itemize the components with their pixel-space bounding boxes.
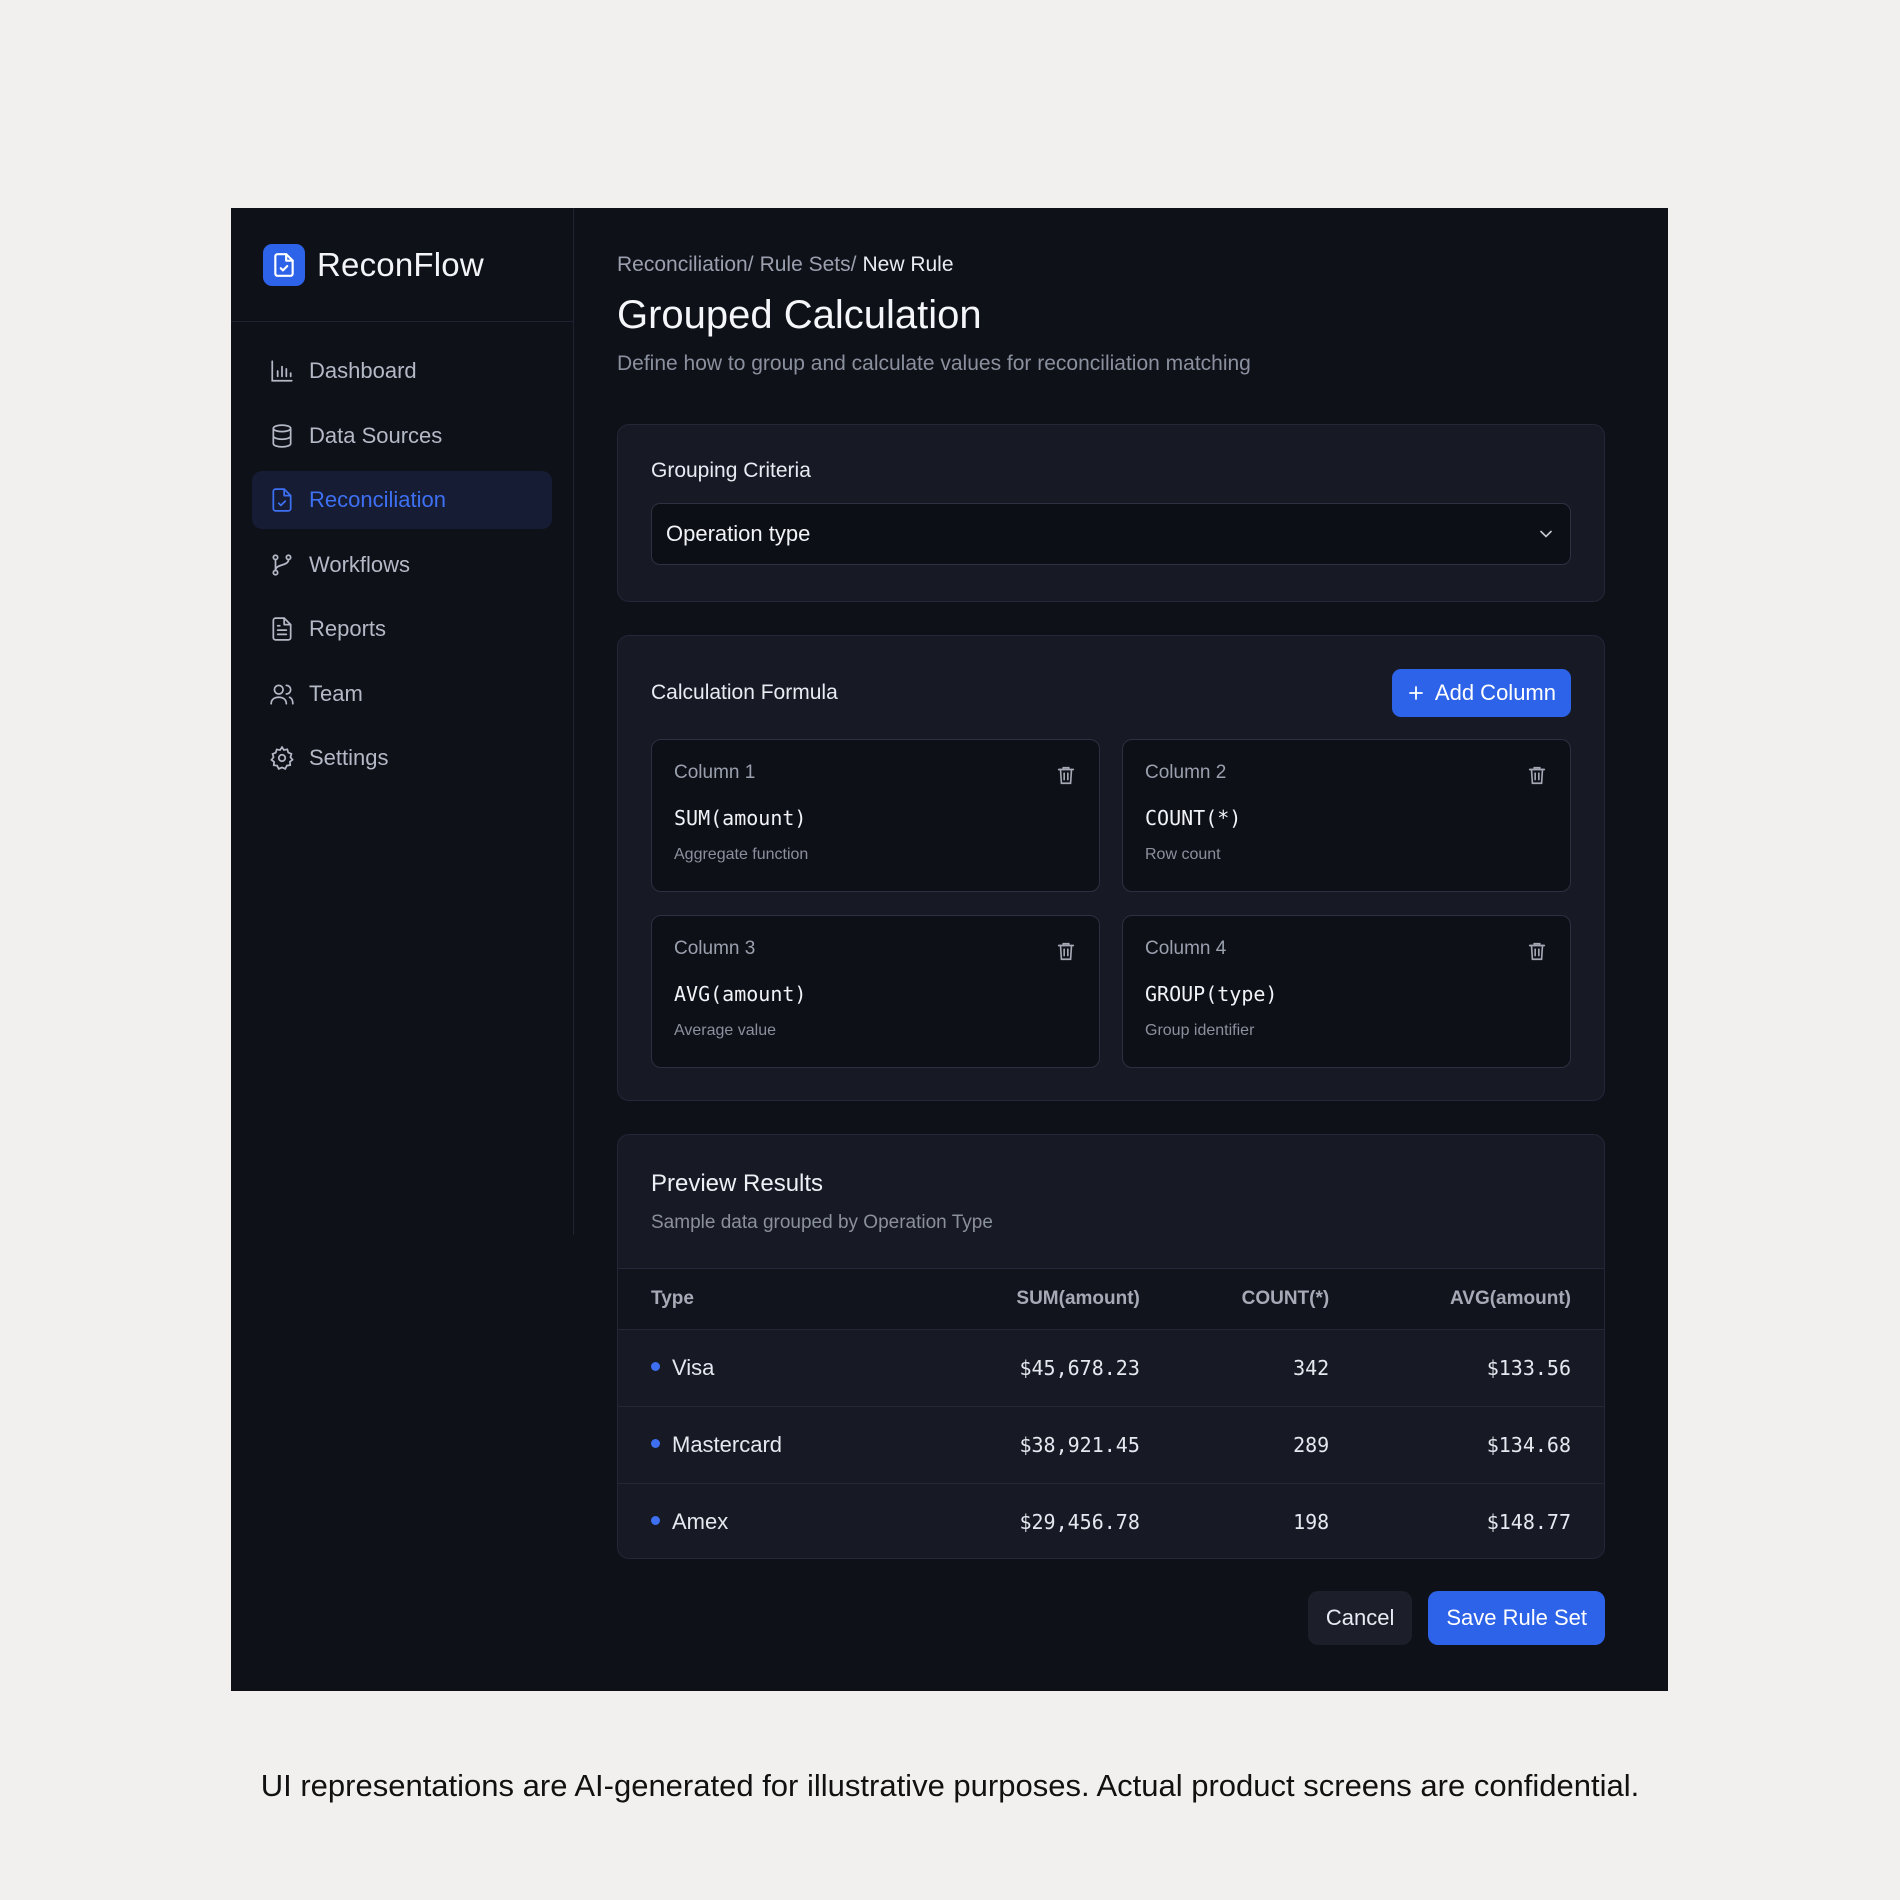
column-description: Row count [1145,846,1221,863]
plus-icon [1409,686,1423,700]
table-row[interactable]: Mastercard $38,921.45 289 $134.68 [618,1406,1604,1483]
sidebar-item-label: Reconciliation [309,487,446,512]
bar-chart-icon [271,360,293,382]
sidebar-item-dashboard[interactable]: Dashboard [252,342,552,400]
sidebar-item-reports[interactable]: Reports [252,600,552,658]
formula-column-card[interactable]: Column 2 COUNT(*) Row count [1122,739,1571,892]
trash-icon[interactable] [1055,764,1077,786]
sidebar-item-label: Workflows [309,551,411,577]
sidebar-item-label: Reports [309,616,387,641]
trash-icon[interactable] [1526,764,1548,786]
table-cell-type: Mastercard [618,1406,927,1483]
status-dot [651,1439,660,1449]
type-label: Amex [672,1508,729,1534]
app-window: ReconFlow Dashboard Data Sources Reconci… [231,208,1668,1691]
app-name: ReconFlow [317,245,484,283]
table-cell-type: Amex [618,1483,927,1558]
sidebar-item-label: Data Sources [309,422,443,448]
table-cell: $134.68 [1486,1432,1571,1457]
table-cell-type: Visa [618,1329,927,1406]
preview-table: Type SUM(amount) COUNT(*) AVG(amount) Vi… [618,1269,1604,1558]
grouping-select-value: Operation type [666,521,811,546]
table-cell: 289 [1293,1432,1330,1457]
git-branch-icon [272,553,292,576]
type-label: Visa [672,1354,715,1380]
breadcrumb: Reconciliation/ Rule Sets/ New Rule [617,253,1605,277]
document-icon [272,617,292,641]
grouping-card: Grouping Criteria Operation type [617,424,1605,602]
main-content: Reconciliation/ Rule Sets/ New Rule Grou… [574,208,1668,1691]
column-formula: COUNT(*) [1145,806,1242,830]
status-dot [651,1362,660,1372]
sidebar-item-reconciliation[interactable]: Reconciliation [252,471,552,529]
users-icon [270,683,294,705]
breadcrumb-item[interactable]: Reconciliation/ [617,253,754,277]
cancel-button[interactable]: Cancel [1307,1591,1413,1645]
formula-label: Calculation Formula [651,681,838,704]
sidebar-item-settings[interactable]: Settings [252,729,552,787]
status-dot [651,1516,660,1526]
column-description: Group identifier [1145,1022,1255,1039]
save-rule-set-button[interactable]: Save Rule Set [1428,1591,1605,1645]
table-header[interactable]: SUM(amount) [927,1269,1173,1329]
formula-column-card[interactable]: Column 4 GROUP(type) Group identifier [1122,915,1571,1068]
trash-icon[interactable] [1526,940,1548,962]
table-header[interactable]: COUNT(*) [1173,1269,1362,1329]
column-name: Column 3 [674,938,756,959]
table-cell: $148.77 [1486,1509,1571,1534]
add-column-label: Add Column [1434,680,1556,705]
chevron-down-icon [1540,530,1552,538]
page-title: Grouped Calculation [617,293,982,337]
column-formula: AVG(amount) [674,982,807,1006]
table-cell: $45,678.23 [1019,1355,1140,1380]
formula-columns: Column 1 SUM(amount) Aggregate function … [651,739,1571,1068]
sidebar-item-team[interactable]: Team [252,665,552,723]
formula-column-card[interactable]: Column 3 AVG(amount) Average value [651,915,1100,1068]
sidebar: ReconFlow Dashboard Data Sources Reconci… [231,208,574,1235]
breadcrumb-item[interactable]: Rule Sets/ [760,253,857,277]
logo-icon [263,243,305,286]
table-cell: $29,456.78 [1019,1509,1140,1534]
sidebar-item-workflows[interactable]: Workflows [252,536,552,594]
table-cell: $133.56 [1486,1355,1571,1380]
column-name: Column 4 [1145,938,1227,959]
sidebar-item-label: Team [309,680,363,706]
breadcrumb-current: New Rule [862,253,954,276]
column-name: Column 1 [674,762,756,783]
trash-icon[interactable] [1055,940,1077,962]
sidebar-item-label: Settings [309,745,389,770]
table-row[interactable]: Visa $45,678.23 342 $133.56 [618,1329,1604,1406]
sidebar-item-label: Dashboard [309,358,417,383]
table-cell: 342 [1293,1355,1330,1380]
disclaimer-text: UI representations are AI-generated for … [260,1768,1640,1803]
sidebar-nav: Dashboard Data Sources Reconciliation Wo… [231,322,573,814]
add-column-button[interactable]: Add Column [1391,669,1571,717]
preview-subtitle: Sample data grouped by Operation Type [651,1212,993,1233]
column-name: Column 2 [1145,762,1227,783]
column-formula: SUM(amount) [674,806,807,830]
table-row[interactable]: Amex $29,456.78 198 $148.77 [618,1483,1604,1558]
type-label: Mastercard [672,1431,783,1457]
formula-card: Calculation Formula Add Column Column 1 … [617,635,1605,1101]
grouping-select[interactable]: Operation type [651,503,1571,565]
column-description: Average value [674,1022,776,1039]
column-formula: GROUP(type) [1145,982,1278,1006]
column-description: Aggregate function [674,846,809,863]
file-check-icon [272,488,292,512]
page-subtitle: Define how to group and calculate values… [617,352,1251,375]
table-cell: $38,921.45 [1019,1432,1140,1457]
preview-title: Preview Results [651,1170,824,1197]
table-header-row: Type SUM(amount) COUNT(*) AVG(amount) [618,1269,1604,1329]
formula-column-card[interactable]: Column 1 SUM(amount) Aggregate function [651,739,1100,892]
preview-card: Preview Results Sample data grouped by O… [617,1134,1605,1559]
gear-icon [270,745,294,770]
table-header[interactable]: Type [618,1269,927,1329]
brand: ReconFlow [231,208,573,322]
table-header[interactable]: AVG(amount) [1362,1269,1604,1329]
sidebar-item-data-sources[interactable]: Data Sources [252,407,552,465]
form-actions: Cancel Save Rule Set [617,1591,1605,1645]
database-icon [272,423,292,448]
grouping-label: Grouping Criteria [651,459,811,482]
table-cell: 198 [1293,1509,1330,1534]
